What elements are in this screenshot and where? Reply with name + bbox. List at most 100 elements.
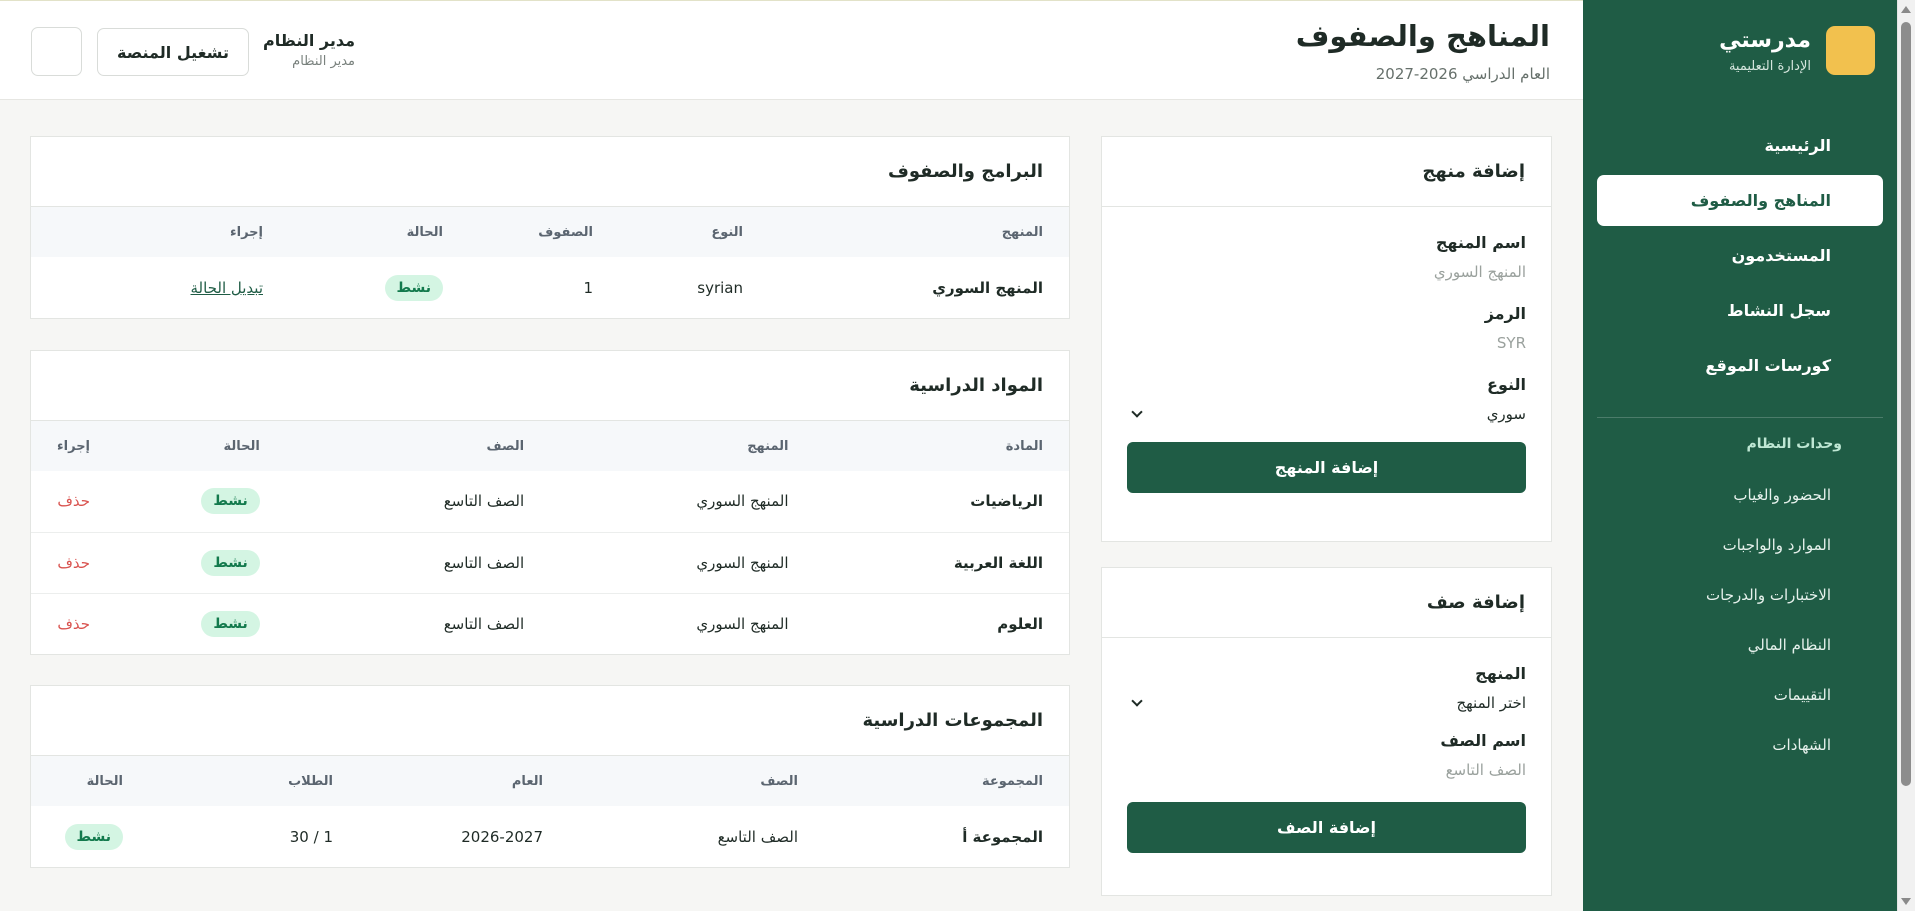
user-info: مدير النظام مدير النظام	[263, 31, 355, 69]
column-header: المنهج	[747, 438, 789, 454]
grade-curriculum-value: اختر المنهج	[1456, 694, 1526, 712]
add-curriculum-title: إضافة منهج	[1102, 137, 1551, 207]
subject-name: العلوم	[814, 592, 1069, 654]
delete-link[interactable]: حذف	[57, 615, 90, 633]
add-curriculum-button[interactable]: إضافة المنهج	[1127, 442, 1526, 493]
column-header: الحالة	[406, 224, 443, 240]
programs-card: البرامج والصفوف المنهج النوع الصفوف الحا…	[30, 136, 1070, 319]
column-header: الطلاب	[288, 773, 333, 789]
nav-item-home[interactable]: الرئيسية	[1597, 120, 1883, 171]
programs-table: المنهج النوع الصفوف الحالة إجراء المنهج …	[31, 207, 1069, 318]
column-header: الصفوف	[538, 224, 593, 240]
column-header: العام	[511, 773, 543, 789]
curriculum-type-select[interactable]: سوري	[1127, 402, 1526, 426]
brand-subtitle: الإدارة التعليمية	[1728, 59, 1811, 74]
modules-nav: الحضور والغياب الموارد والواجبات الاختبا…	[1597, 470, 1883, 770]
scroll-up-arrow-icon[interactable]	[1901, 6, 1911, 13]
status-badge: نشط	[64, 823, 123, 850]
subject-name: الرياضيات	[970, 492, 1043, 511]
chevron-down-icon	[1131, 406, 1143, 418]
brand-logo	[1826, 26, 1875, 75]
table-row: العلوم المنهج السوري الصف التاسع نشط حذف	[31, 592, 1069, 654]
program-name: المنهج السوري	[932, 278, 1043, 297]
status-badge: نشط	[201, 610, 260, 637]
subjects-title: المواد الدراسية	[31, 351, 1069, 421]
table-row: اللغة العربية المنهج السوري الصف التاسع …	[31, 531, 1069, 593]
column-header: الحالة	[223, 438, 260, 454]
table-row: الرياضيات المنهج السوري الصف التاسع نشط …	[31, 471, 1069, 532]
nav-item-attendance[interactable]: الحضور والغياب	[1597, 470, 1883, 520]
subject-name: اللغة العربية	[814, 531, 1069, 593]
scroll-down-arrow-icon[interactable]	[1901, 898, 1911, 905]
system-modules-title: وحدات النظام	[1746, 436, 1842, 452]
group-students: 1 / 30	[289, 827, 333, 846]
page-scrollbar[interactable]	[1897, 0, 1915, 911]
status-badge: نشط	[384, 274, 443, 301]
column-header: الصف	[760, 773, 798, 789]
page-title: المناهج والصفوف	[1295, 19, 1550, 53]
status-badge: نشط	[201, 488, 260, 515]
grade-name-input[interactable]	[1127, 758, 1526, 782]
add-grade-title: إضافة صف	[1102, 568, 1551, 638]
program-type: syrian	[697, 278, 743, 297]
academic-year: العام الدراسي 2026-2027	[1375, 65, 1550, 83]
group-year: 2026-2027	[461, 827, 543, 846]
groups-title: المجموعات الدراسية	[31, 686, 1069, 756]
grade-curriculum-select[interactable]: اختر المنهج	[1127, 691, 1526, 715]
column-header: الحالة	[86, 773, 123, 789]
curriculum-name-input[interactable]	[1127, 260, 1526, 284]
page-header: المناهج والصفوف العام الدراسي 2026-2027 …	[0, 0, 1583, 100]
column-header: الصف	[486, 438, 525, 454]
nav-item-resources[interactable]: الموارد والواجبات	[1597, 520, 1883, 570]
column-header: المادة	[1005, 438, 1043, 454]
column-header: المجموعة	[981, 773, 1043, 789]
subjects-card: المواد الدراسية المادة المنهج الصف الحال…	[30, 350, 1070, 655]
nav-item-users[interactable]: المستخدمون	[1597, 230, 1883, 281]
user-name: مدير النظام	[263, 31, 356, 50]
subject-curriculum: المنهج السوري	[696, 492, 789, 511]
curriculum-name-label: اسم المنهج	[1435, 233, 1526, 252]
subjects-table: المادة المنهج الصف الحالة إجراء الرياضيا…	[31, 421, 1069, 654]
curriculum-type-label: النوع	[1487, 375, 1526, 394]
curriculum-code-label: الرمز	[1484, 304, 1526, 323]
nav-item-evaluations[interactable]: التقييمات	[1597, 670, 1883, 720]
run-platform-button[interactable]: تشغيل المنصة	[97, 28, 249, 76]
user-role: مدير النظام	[292, 54, 356, 69]
column-header: النوع	[711, 224, 743, 240]
nav-item-activity-log[interactable]: سجل النشاط	[1597, 285, 1883, 336]
subject-curriculum: المنهج السوري	[550, 592, 815, 654]
nav-item-finance[interactable]: النظام المالي	[1597, 620, 1883, 670]
delete-link[interactable]: حذف	[57, 492, 90, 510]
status-badge: نشط	[201, 549, 260, 576]
curriculum-code-input[interactable]	[1127, 331, 1526, 355]
group-grade: الصف التاسع	[717, 827, 798, 846]
groups-table: المجموعة الصف العام الطلاب الحالة المجمو…	[31, 756, 1069, 867]
subject-grade: الصف التاسع	[285, 531, 551, 593]
nav-item-site-courses[interactable]: كورسات الموقع	[1597, 340, 1883, 391]
column-header: المنهج	[1001, 224, 1043, 240]
add-grade-card: إضافة صف المنهج اختر المنهج اسم الصف إضا…	[1101, 567, 1552, 896]
subject-grade: الصف التاسع	[285, 592, 551, 654]
nav-item-curricula[interactable]: المناهج والصفوف	[1597, 175, 1883, 226]
add-grade-button[interactable]: إضافة الصف	[1127, 802, 1526, 853]
group-name: المجموعة أ	[962, 827, 1043, 846]
nav-item-exams[interactable]: الاختبارات والدرجات	[1597, 570, 1883, 620]
add-curriculum-card: إضافة منهج اسم المنهج الرمز النوع سوري إ…	[1101, 136, 1552, 542]
nav-divider	[1597, 417, 1883, 418]
table-row: المجموعة أ الصف التاسع 2026-2027 1 / 30 …	[31, 806, 1069, 867]
toggle-status-link[interactable]: تبديل الحالة	[191, 279, 263, 297]
column-header: إجراء	[229, 224, 263, 240]
main-nav: الرئيسية المناهج والصفوف المستخدمون سجل …	[1597, 120, 1883, 395]
programs-title: البرامج والصفوف	[31, 137, 1069, 207]
sidebar: مدرستي الإدارة التعليمية الرئيسية المناه…	[1583, 0, 1897, 911]
delete-link[interactable]: حذف	[57, 554, 90, 572]
chevron-down-icon	[1131, 695, 1143, 707]
curriculum-type-value: سوري	[1486, 405, 1526, 423]
nav-item-certificates[interactable]: الشهادات	[1597, 720, 1883, 770]
scroll-thumb[interactable]	[1901, 22, 1911, 786]
program-grades-count: 1	[583, 278, 593, 297]
header-icon-button[interactable]	[31, 27, 82, 76]
grade-curriculum-label: المنهج	[1475, 664, 1526, 683]
grade-name-label: اسم الصف	[1440, 731, 1526, 750]
subject-grade: الصف التاسع	[443, 492, 525, 511]
